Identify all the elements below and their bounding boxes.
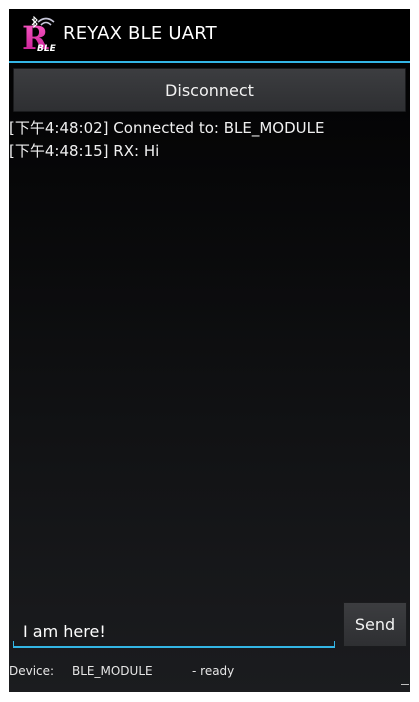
message-input[interactable]: I am here! <box>13 616 335 648</box>
status-bar: Device: BLE_MODULE - ready <box>9 663 410 683</box>
log-line: [下午4:48:15] RX: Hi <box>9 142 160 160</box>
input-underline <box>13 646 335 648</box>
app-logo-icon: R BLE <box>22 16 57 54</box>
device-label: Device: <box>9 664 55 678</box>
log-line: [下午4:48:02] Connected to: BLE_MODULE <box>9 119 325 137</box>
app-title: REYAX BLE UART <box>63 23 217 44</box>
disconnect-button[interactable]: Disconnect <box>13 68 406 112</box>
input-underline-right-tick <box>334 641 335 647</box>
app-screen: R BLE REYAX BLE UART Disconnect [下午4:48:… <box>9 9 410 692</box>
logo-text: BLE <box>37 44 57 54</box>
device-name: BLE_MODULE <box>72 664 153 678</box>
message-input-value: I am here! <box>23 622 106 641</box>
send-button[interactable]: Send <box>343 602 407 647</box>
corner-divider <box>401 684 409 685</box>
action-bar: R BLE REYAX BLE UART <box>9 9 410 61</box>
connection-state: - ready <box>192 664 235 678</box>
action-bar-divider <box>9 61 410 63</box>
message-log: [下午4:48:02] Connected to: BLE_MODULE [下午… <box>9 117 410 163</box>
